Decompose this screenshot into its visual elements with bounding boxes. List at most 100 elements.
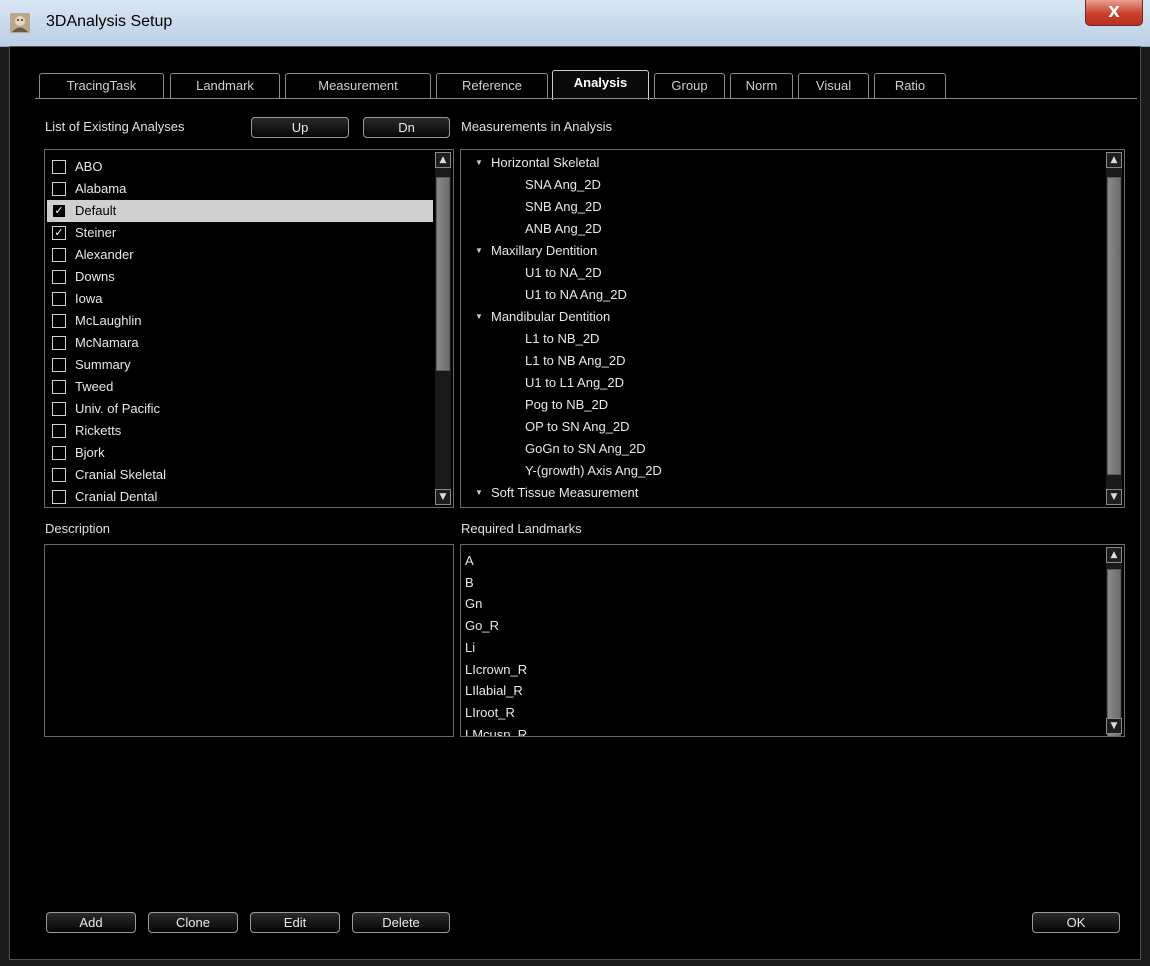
analysis-item[interactable]: Downs bbox=[47, 266, 433, 288]
checkbox[interactable] bbox=[52, 182, 66, 196]
scroll-thumb[interactable] bbox=[1107, 569, 1121, 736]
tree-group[interactable]: ▼ Maxillary Dentition bbox=[475, 240, 597, 262]
checkbox[interactable] bbox=[52, 402, 66, 416]
tab-reference[interactable]: Reference bbox=[436, 73, 548, 99]
tab-group[interactable]: Group bbox=[654, 73, 725, 99]
tree-group[interactable]: ▼ Mandibular Dentition bbox=[475, 306, 610, 328]
analysis-item[interactable]: ABO bbox=[47, 156, 433, 178]
expand-arrow-icon[interactable]: ▼ bbox=[475, 306, 491, 328]
landmark-item[interactable]: LIroot_R bbox=[465, 702, 515, 724]
scroll-up-icon[interactable]: ▲ bbox=[435, 152, 451, 168]
measurements-scrollbar[interactable]: ▲ ▼ bbox=[1106, 152, 1122, 505]
checkbox[interactable]: ✓ bbox=[52, 226, 66, 240]
tab-visual[interactable]: Visual bbox=[798, 73, 869, 99]
edit-button[interactable]: Edit bbox=[250, 912, 340, 933]
tree-item[interactable]: SNB Ang_2D bbox=[525, 196, 602, 218]
analysis-item[interactable]: Alabama bbox=[47, 178, 433, 200]
scroll-up-icon[interactable]: ▲ bbox=[1106, 547, 1122, 563]
analysis-item[interactable]: Univ. of Pacific bbox=[47, 398, 433, 420]
analysis-item-label: Iowa bbox=[75, 291, 103, 306]
checkbox[interactable] bbox=[52, 314, 66, 328]
analysis-item[interactable]: Iowa bbox=[47, 288, 433, 310]
landmark-item[interactable]: LMcusp_R bbox=[465, 724, 527, 736]
tree-item[interactable]: Y-(growth) Axis Ang_2D bbox=[525, 460, 662, 482]
landmark-item[interactable]: LIcrown_R bbox=[465, 659, 527, 681]
scroll-track[interactable] bbox=[1106, 563, 1122, 736]
scroll-down-icon[interactable]: ▼ bbox=[1106, 489, 1122, 505]
delete-button[interactable]: Delete bbox=[352, 912, 450, 933]
checkbox[interactable] bbox=[52, 424, 66, 438]
ok-button[interactable]: OK bbox=[1032, 912, 1120, 933]
checkbox[interactable] bbox=[52, 380, 66, 394]
tree-item[interactable]: L1 to NB_2D bbox=[525, 328, 599, 350]
analyses-scrollbar[interactable]: ▲ ▼ bbox=[435, 152, 451, 505]
scroll-track[interactable] bbox=[1106, 168, 1122, 489]
landmark-item[interactable]: A bbox=[465, 550, 474, 572]
landmarks-scrollbar[interactable]: ▲ ▼ bbox=[1106, 547, 1122, 736]
expand-arrow-icon[interactable]: ▼ bbox=[475, 152, 491, 174]
tab-tracingtask[interactable]: TracingTask bbox=[39, 73, 164, 99]
tab-ratio[interactable]: Ratio bbox=[874, 73, 946, 99]
tree-group[interactable]: ▼ Horizontal Skeletal bbox=[475, 152, 599, 174]
analysis-item[interactable]: Tweed bbox=[47, 376, 433, 398]
scroll-thumb[interactable] bbox=[436, 177, 450, 371]
analysis-item-label: Default bbox=[75, 203, 117, 218]
landmark-item[interactable]: Go_R bbox=[465, 615, 499, 637]
checkbox[interactable] bbox=[52, 248, 66, 262]
landmark-item[interactable]: Li bbox=[465, 637, 475, 659]
tab-measurement[interactable]: Measurement bbox=[285, 73, 431, 99]
scroll-thumb[interactable] bbox=[1107, 177, 1121, 475]
analysis-item-label: Downs bbox=[75, 269, 115, 284]
tree-item[interactable]: GoGn to SN Ang_2D bbox=[525, 438, 646, 460]
tab-landmark[interactable]: Landmark bbox=[170, 73, 280, 99]
expand-arrow-icon[interactable]: ▼ bbox=[475, 240, 491, 262]
analysis-item[interactable]: Cranial Skeletal bbox=[47, 464, 433, 486]
tab-norm[interactable]: Norm bbox=[730, 73, 793, 99]
app-icon bbox=[10, 13, 30, 33]
scroll-down-icon[interactable]: ▼ bbox=[435, 489, 451, 505]
tree-item[interactable]: U1 to NA Ang_2D bbox=[525, 284, 627, 306]
description-box[interactable] bbox=[44, 544, 454, 737]
move-up-button[interactable]: Up bbox=[251, 117, 349, 138]
checkbox[interactable]: ✓ bbox=[52, 204, 66, 218]
tree-item[interactable]: U1 to NA_2D bbox=[525, 262, 602, 284]
checkbox[interactable] bbox=[52, 468, 66, 482]
tree-item[interactable]: U1 to L1 Ang_2D bbox=[525, 372, 624, 394]
measurements-label: Measurements in Analysis bbox=[461, 119, 613, 134]
checkbox[interactable] bbox=[52, 270, 66, 284]
scroll-down-icon[interactable]: ▼ bbox=[1106, 718, 1122, 734]
tree-item[interactable]: L1 to NB Ang_2D bbox=[525, 350, 625, 372]
tree-item[interactable]: ANB Ang_2D bbox=[525, 218, 602, 240]
checkbox[interactable] bbox=[52, 336, 66, 350]
analysis-item[interactable]: Cranial Dental bbox=[47, 486, 433, 507]
move-down-button[interactable]: Dn bbox=[363, 117, 450, 138]
landmark-item[interactable]: Gn bbox=[465, 593, 482, 615]
landmark-item[interactable]: LIlabial_R bbox=[465, 680, 523, 702]
scroll-up-icon[interactable]: ▲ bbox=[1106, 152, 1122, 168]
analysis-item[interactable]: Ricketts bbox=[47, 420, 433, 442]
checkbox[interactable] bbox=[52, 358, 66, 372]
check-icon: ✓ bbox=[54, 205, 64, 217]
tree-item[interactable]: Pog to NB_2D bbox=[525, 394, 608, 416]
tree-item[interactable]: OP to SN Ang_2D bbox=[525, 416, 630, 438]
checkbox[interactable] bbox=[52, 490, 66, 504]
tree-item[interactable]: SNA Ang_2D bbox=[525, 174, 601, 196]
tree-group[interactable]: ▼ Soft Tissue Measurement bbox=[475, 482, 638, 504]
add-button[interactable]: Add bbox=[46, 912, 136, 933]
analysis-item[interactable]: ✓ Steiner bbox=[47, 222, 433, 244]
expand-arrow-icon[interactable]: ▼ bbox=[475, 482, 491, 504]
analysis-item[interactable]: ✓ Default bbox=[47, 200, 433, 222]
landmark-item[interactable]: B bbox=[465, 572, 474, 594]
clone-button[interactable]: Clone bbox=[148, 912, 238, 933]
checkbox[interactable] bbox=[52, 160, 66, 174]
checkbox[interactable] bbox=[52, 446, 66, 460]
scroll-track[interactable] bbox=[435, 168, 451, 489]
checkbox[interactable] bbox=[52, 292, 66, 306]
analysis-item[interactable]: McNamara bbox=[47, 332, 433, 354]
close-button[interactable]: X bbox=[1085, 0, 1143, 26]
analysis-item[interactable]: Summary bbox=[47, 354, 433, 376]
tab-analysis[interactable]: Analysis bbox=[552, 70, 649, 100]
analysis-item[interactable]: McLaughlin bbox=[47, 310, 433, 332]
analysis-item[interactable]: Bjork bbox=[47, 442, 433, 464]
analysis-item[interactable]: Alexander bbox=[47, 244, 433, 266]
